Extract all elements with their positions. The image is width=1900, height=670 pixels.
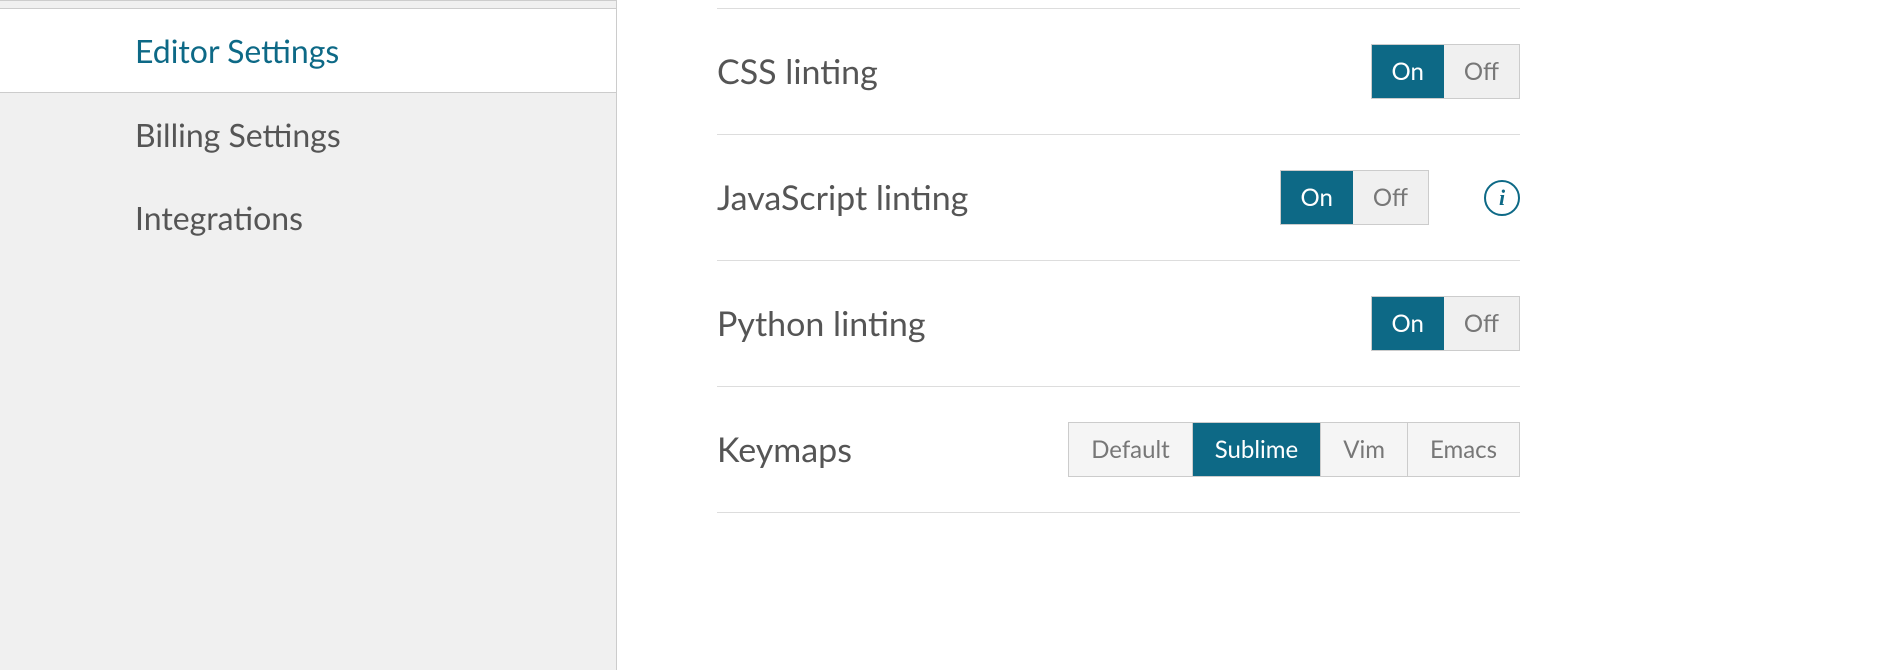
setting-css-linting: CSS linting On Off [717, 8, 1520, 135]
setting-python-linting: Python linting On Off [717, 261, 1520, 387]
settings-sidebar: Editor Settings Billing Settings Integra… [0, 0, 617, 670]
setting-controls: On Off [1371, 44, 1520, 99]
toggle-on-button[interactable]: On [1372, 297, 1444, 350]
toggle-python-linting: On Off [1371, 296, 1520, 351]
toggle-off-button[interactable]: Off [1444, 45, 1519, 98]
sidebar-item-integrations[interactable]: Integrations [0, 176, 616, 259]
settings-main: CSS linting On Off JavaScript linting On… [617, 0, 1900, 670]
keymap-emacs-button[interactable]: Emacs [1408, 423, 1519, 476]
toggle-on-button[interactable]: On [1281, 171, 1353, 224]
info-icon[interactable]: i [1484, 180, 1520, 216]
setting-label: Python linting [717, 303, 1371, 344]
keymap-selector: Default Sublime Vim Emacs [1068, 422, 1520, 477]
setting-js-linting: JavaScript linting On Off i [717, 135, 1520, 261]
sidebar-item-label: Editor Settings [135, 31, 339, 70]
sidebar-item-editor-settings[interactable]: Editor Settings [0, 9, 616, 93]
setting-controls: On Off [1371, 296, 1520, 351]
keymap-default-button[interactable]: Default [1069, 423, 1193, 476]
setting-controls: Default Sublime Vim Emacs [1068, 422, 1520, 477]
keymap-vim-button[interactable]: Vim [1321, 423, 1408, 476]
setting-keymaps: Keymaps Default Sublime Vim Emacs [717, 387, 1520, 513]
setting-label: CSS linting [717, 51, 1371, 92]
toggle-off-button[interactable]: Off [1444, 297, 1519, 350]
setting-controls: On Off i [1280, 170, 1520, 225]
sidebar-item-label: Billing Settings [135, 115, 341, 154]
toggle-on-button[interactable]: On [1372, 45, 1444, 98]
toggle-off-button[interactable]: Off [1353, 171, 1428, 224]
setting-label: JavaScript linting [717, 177, 1280, 218]
sidebar-item-label: Integrations [135, 198, 303, 237]
sidebar-item-billing-settings[interactable]: Billing Settings [0, 93, 616, 176]
toggle-js-linting: On Off [1280, 170, 1429, 225]
toggle-css-linting: On Off [1371, 44, 1520, 99]
keymap-sublime-button[interactable]: Sublime [1193, 423, 1321, 476]
sidebar-divider [0, 1, 616, 9]
setting-label: Keymaps [717, 429, 1068, 470]
